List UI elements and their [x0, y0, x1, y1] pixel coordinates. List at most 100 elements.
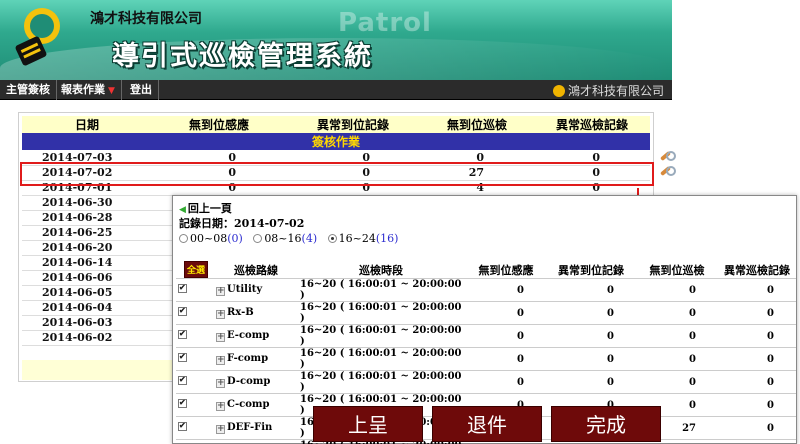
- row-value: 0: [546, 370, 636, 394]
- expand-icon[interactable]: +: [216, 310, 225, 319]
- row-date-text: 2014-06-03: [42, 316, 113, 329]
- route-cell: + E-comp: [216, 324, 296, 348]
- route-cell: +C-Fin: [216, 439, 296, 444]
- chevron-down-icon: ▼: [108, 86, 115, 96]
- selected-row-highlight: [20, 162, 654, 186]
- table-header-row: 日期 無到位感應 異常到位記錄 無到位巡檢 異常巡檢記錄: [22, 116, 650, 133]
- select-all-button[interactable]: 全選: [183, 261, 208, 278]
- row-value: 0: [718, 393, 796, 417]
- expand-icon[interactable]: +: [216, 356, 225, 365]
- section-header-row: 簽核作業: [22, 133, 650, 150]
- row-value: 0: [636, 347, 718, 371]
- column-header: 無到位巡檢: [420, 116, 534, 133]
- radio-icon: [179, 234, 188, 243]
- row-date-text: 2014-06-04: [42, 301, 113, 314]
- route-name: Utility: [227, 284, 263, 295]
- checkbox-cell: [176, 439, 216, 444]
- shift-option-00-08[interactable]: 00~08(0): [179, 232, 243, 245]
- checkbox-icon[interactable]: [178, 351, 187, 362]
- section-title: 簽核作業: [22, 133, 650, 150]
- table-header-row: 全選 巡檢路線 巡檢時段 無到位感應 異常到位記錄 無到位巡檢 異常巡檢記錄: [176, 261, 796, 279]
- row-value: 0: [466, 278, 546, 302]
- route-name: D-comp: [227, 376, 271, 387]
- wrench-icon[interactable]: [658, 166, 676, 178]
- row-date-text: 2014-06-14: [42, 256, 113, 269]
- nav-brand-text: 鴻才科技有限公司: [567, 84, 664, 98]
- column-header: 異常到位記錄: [546, 261, 636, 279]
- checkbox-cell: [176, 324, 216, 348]
- row-value: 0: [718, 347, 796, 371]
- nav-item-logout[interactable]: 登出: [124, 80, 159, 100]
- shift-selector: 00~08(0) 08~16(4) 16~24(16): [179, 232, 405, 245]
- column-header: 無到位感應: [466, 261, 546, 279]
- checkbox-icon[interactable]: [178, 328, 187, 339]
- shift-count[interactable]: (4): [302, 232, 318, 245]
- detail-panel: ◀ 回上一頁 記錄日期：2014-07-02 00~08(0) 08~16(4) …: [172, 195, 797, 444]
- shift-count[interactable]: (16): [376, 232, 399, 245]
- row-date: 2014-06-30: [22, 195, 152, 211]
- period-cell: 16~20 ( 16:00:01 ~ 20:00:00 ): [296, 301, 466, 325]
- row-value: 0: [718, 370, 796, 394]
- complete-button[interactable]: 完成: [551, 406, 661, 442]
- back-link[interactable]: ◀ 回上一頁: [179, 200, 232, 216]
- row-value: 0: [466, 324, 546, 348]
- period-cell: 16~20 ( 16:00:01 ~ 20:00:00 ): [296, 324, 466, 348]
- column-header: 異常巡檢記錄: [718, 261, 796, 279]
- table-row: +Utility16~20 ( 16:00:01 ~ 20:00:00 )000…: [176, 278, 796, 302]
- checkbox-icon[interactable]: [178, 374, 187, 385]
- shift-count[interactable]: (0): [227, 232, 243, 245]
- row-value: 0: [718, 324, 796, 348]
- row-value: 0: [546, 324, 636, 348]
- page: 鴻才科技有限公司 Patrol 導引式巡檢管理系統 主管簽核 報表作業 ▼ 登出 …: [0, 0, 800, 444]
- wrench-icon[interactable]: [658, 150, 676, 163]
- expand-icon[interactable]: +: [216, 402, 225, 411]
- nav-label: 登出: [130, 83, 152, 96]
- route-cell: + C-comp: [216, 393, 296, 417]
- route-cell: + Rx-B: [216, 301, 296, 325]
- logo-icon: [15, 8, 60, 66]
- shift-option-08-16[interactable]: 08~16(4): [253, 232, 317, 245]
- row-date-text: 2014-06-30: [42, 196, 113, 209]
- table-row: +Rx-B16~20 ( 16:00:01 ~ 20:00:00 )0000: [176, 301, 796, 325]
- route-name: F-comp: [227, 353, 269, 364]
- expand-icon[interactable]: +: [216, 425, 225, 434]
- row-date-text: 2014-06-25: [42, 226, 113, 239]
- shift-option-16-24[interactable]: 16~24(16): [327, 232, 399, 245]
- nav-item-supervisor-approval[interactable]: 主管簽核: [0, 80, 57, 100]
- column-header: 巡檢路線: [216, 261, 296, 279]
- route-cell: + Utility: [216, 278, 296, 302]
- column-header: 異常巡檢記錄: [534, 116, 650, 133]
- route-cell: + DEF-Fin: [216, 416, 296, 440]
- back-link-label: 回上一頁: [187, 202, 232, 215]
- expand-icon[interactable]: +: [216, 379, 225, 388]
- row-date-text: 2014-06-28: [42, 211, 113, 224]
- checkbox-icon[interactable]: [178, 282, 187, 293]
- row-value: 0: [546, 301, 636, 325]
- table-row: +E-comp16~20 ( 16:00:01 ~ 20:00:00 )0000: [176, 324, 796, 348]
- row-value: 0: [546, 347, 636, 371]
- row-date: 2014-06-03: [22, 315, 152, 331]
- submit-button[interactable]: 上呈: [313, 406, 423, 442]
- row-date-text: 2014-06-05: [42, 286, 113, 299]
- row-date: 2014-06-28: [22, 210, 152, 226]
- nav-item-reports[interactable]: 報表作業 ▼: [55, 80, 122, 100]
- shift-label: 08~16: [264, 232, 302, 245]
- row-value: 0: [718, 439, 796, 444]
- column-header: 無到位感應: [152, 116, 286, 133]
- row-date: 2014-06-25: [22, 225, 152, 241]
- row-date-text: 2014-06-06: [42, 271, 113, 284]
- checkbox-cell: [176, 347, 216, 371]
- checkbox-icon[interactable]: [178, 305, 187, 316]
- table-row: +D-comp16~20 ( 16:00:01 ~ 20:00:00 )0000: [176, 370, 796, 394]
- expand-icon[interactable]: +: [216, 287, 225, 296]
- table-row: +F-comp16~20 ( 16:00:01 ~ 20:00:00 )0000: [176, 347, 796, 371]
- checkbox-icon[interactable]: [178, 420, 187, 431]
- return-button[interactable]: 退件: [432, 406, 542, 442]
- route-name: E-comp: [227, 330, 270, 341]
- radio-icon: [327, 234, 337, 243]
- row-date-text: 2014-06-02: [42, 331, 113, 344]
- route-cell: + F-comp: [216, 347, 296, 371]
- expand-icon[interactable]: +: [216, 333, 225, 342]
- checkbox-icon[interactable]: [178, 397, 187, 408]
- row-date: 2014-06-02: [22, 330, 152, 346]
